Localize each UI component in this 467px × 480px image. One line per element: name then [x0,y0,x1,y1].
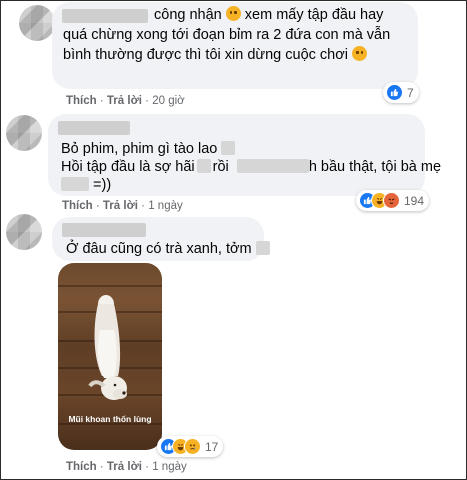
sad-emoji-icon [225,6,241,21]
reaction-summary[interactable]: 194 [356,190,430,211]
avatar[interactable] [6,214,42,250]
comment-text: bình thường được thì tôi xin dừng cuộc c… [63,46,367,66]
comment-actions: Thích · Trả lời · 1 ngày [66,461,187,473]
avatar[interactable] [19,5,55,41]
sad-reaction-icon [184,438,201,455]
comment-actions: Thích · Trả lời · 1 ngày [62,200,183,212]
reaction-summary[interactable]: 17 [157,436,224,457]
comment-text: Hồi tập đầu là sợ hãi rồi h bầu thật, tội… [61,159,442,175]
comment-text: công nhận xem mấy tập đầu hay [154,6,384,23]
like-button[interactable]: Thích [62,200,93,212]
timestamp[interactable]: 20 giờ [152,95,184,107]
sad-emoji-icon [352,46,367,61]
comment-text: quá chừng xong tới đoạn bỉm ra 2 đứa con… [63,27,391,43]
like-reaction-icon [386,84,403,101]
comment-text: =)) [61,176,111,196]
comment-text: Ở đâu cũng có trà xanh, tởm [66,240,270,260]
reaction-count: 7 [407,85,414,100]
attached-photo[interactable]: Mũi khoan thốn lùng [58,263,162,450]
like-button[interactable]: Thích [66,95,97,107]
reply-button[interactable]: Trả lời [103,200,138,212]
comment-actions: Thích · Trả lời · 20 giờ [66,95,185,107]
like-button[interactable]: Thích [66,461,97,473]
commenter-name-redacted[interactable] [58,121,130,135]
white-dog-image [88,295,127,400]
photo-caption: Mũi khoan thốn lùng [68,414,152,424]
reaction-count: 17 [205,439,219,454]
avatar[interactable] [6,115,42,151]
reply-button[interactable]: Trả lời [107,461,142,473]
reply-button[interactable]: Trả lời [107,95,142,107]
commenter-name-redacted[interactable] [62,223,146,237]
reaction-count: 194 [404,193,425,208]
timestamp[interactable]: 1 ngày [148,200,183,212]
commenter-name-redacted[interactable] [62,9,148,23]
angry-reaction-icon [383,192,400,209]
comment-text: Bỏ phim, phim gì tào lao [61,140,236,160]
reaction-summary[interactable]: 7 [383,82,419,103]
timestamp[interactable]: 1 ngày [152,461,187,473]
